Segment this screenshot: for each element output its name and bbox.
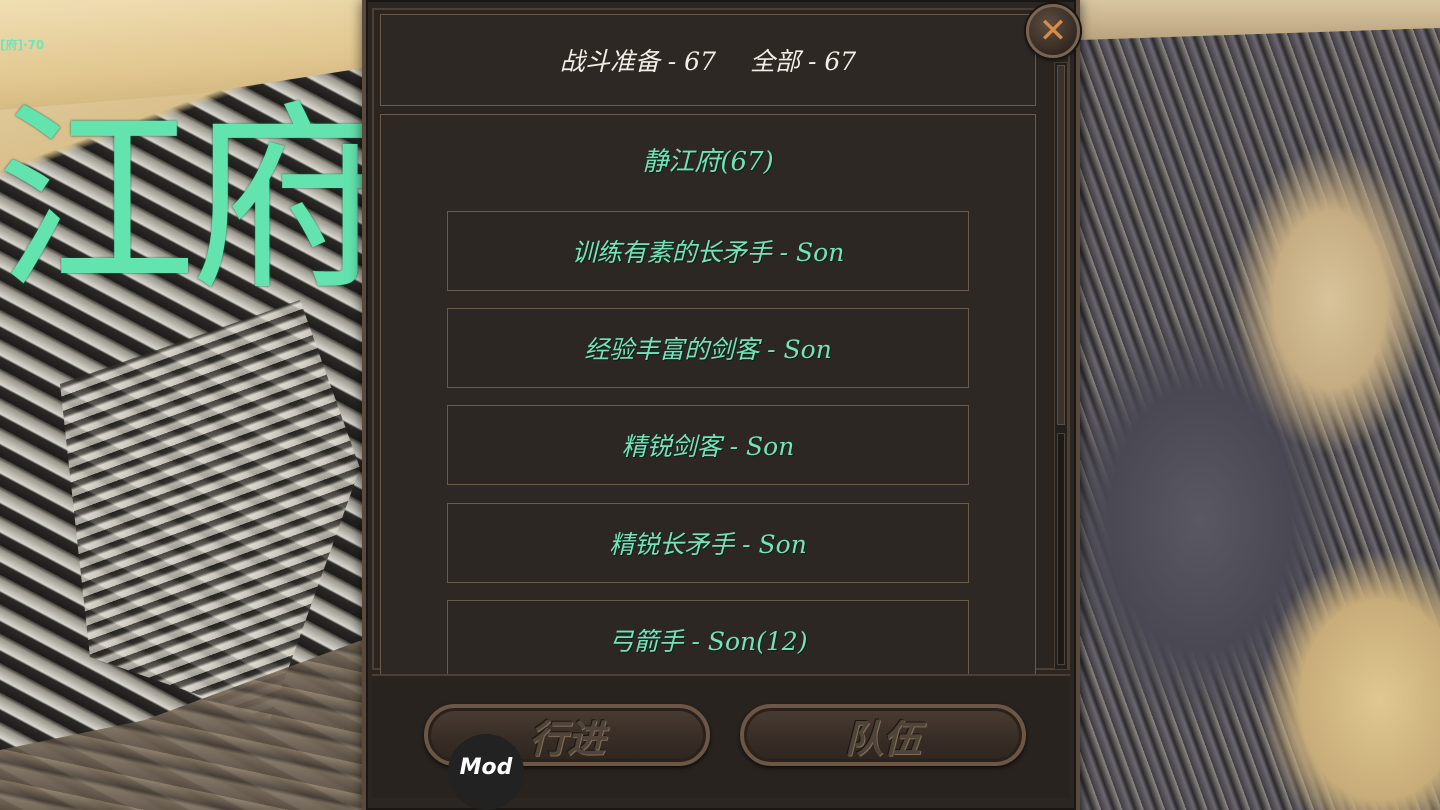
group-title: 静江府(67): [642, 147, 774, 177]
unit-item-trained-spearman[interactable]: 训练有素的长矛手 - Son: [447, 211, 969, 291]
party-button[interactable]: 队伍: [740, 704, 1026, 766]
army-summary-header: 战斗准备 - 67 全部 - 67: [380, 14, 1036, 106]
city-nameplate: [府]·70: [0, 38, 45, 52]
total-count: 全部 - 67: [750, 47, 857, 76]
scrollbar-thumb[interactable]: [1057, 65, 1065, 425]
city-name-banner: 江府: [0, 85, 362, 318]
army-panel-content: 战斗准备 - 67 全部 - 67 静江府(67) 训练有素的长矛手 - Son…: [372, 8, 1070, 674]
terrain-sand: [1080, 0, 1440, 40]
battle-ready-count: 战斗准备 - 67: [559, 47, 716, 76]
building-rooftops: [60, 300, 360, 720]
game-world-left: [府]·70 江府: [0, 0, 362, 810]
unit-list[interactable]: 静江府(67) 训练有素的长矛手 - Son 经验丰富的剑客 - Son 精锐剑…: [380, 114, 1036, 674]
unit-item-archer[interactable]: 弓箭手 - Son(12): [447, 600, 969, 674]
close-icon: ✕: [1038, 11, 1068, 51]
scrollbar-track-lower[interactable]: [1057, 433, 1065, 665]
mod-badge[interactable]: Mod: [448, 734, 524, 810]
unit-item-elite-spearman[interactable]: 精锐长矛手 - Son: [447, 503, 969, 583]
unit-item-elite-swordsman[interactable]: 精锐剑客 - Son: [447, 405, 969, 485]
game-world-right: [1080, 0, 1440, 810]
army-panel: 战斗准备 - 67 全部 - 67 静江府(67) 训练有素的长矛手 - Son…: [362, 0, 1080, 810]
unit-item-experienced-swordsman[interactable]: 经验丰富的剑客 - Son: [447, 308, 969, 388]
scrollbar[interactable]: [1054, 62, 1068, 670]
close-button[interactable]: ✕: [1026, 4, 1080, 58]
